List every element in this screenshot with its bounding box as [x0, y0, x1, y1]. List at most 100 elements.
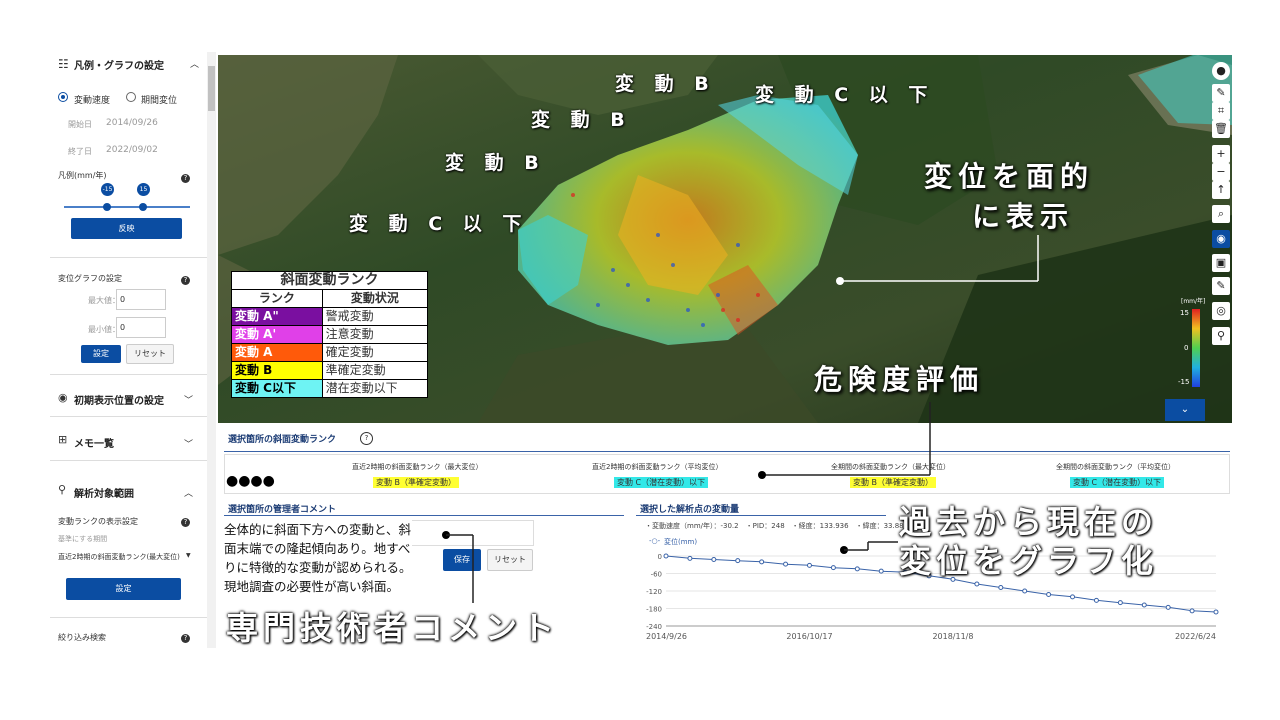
- data-point: [1213, 609, 1219, 615]
- data-point: [1165, 604, 1171, 610]
- rank-dots: ●●●●: [226, 473, 275, 489]
- help-icon[interactable]: ?: [181, 518, 190, 527]
- target-icon[interactable]: ◎: [1212, 302, 1230, 320]
- dropdown-arrow-icon[interactable]: ▼: [186, 552, 191, 559]
- risk-callout-line: [758, 402, 931, 479]
- comment-line: 現地調査の必要性が高い斜面。: [224, 579, 400, 594]
- rank-row: 変動 C以下 潜在変動以下: [231, 379, 429, 398]
- rank-panel-box: [224, 454, 1230, 494]
- panel-divider: [224, 451, 1230, 452]
- pin-icon[interactable]: ⚲: [1212, 327, 1230, 345]
- comment-reset-button[interactable]: リセット: [487, 549, 533, 571]
- chevron-down-icon[interactable]: ﹀: [184, 437, 193, 450]
- y-tick-label: -120: [646, 588, 662, 596]
- slider-min-handle[interactable]: -15: [101, 183, 114, 196]
- graph-callout-line: [840, 541, 898, 554]
- radio-period-label: 期間変位: [141, 96, 178, 106]
- zoom-in-icon[interactable]: +: [1212, 145, 1230, 163]
- rank-value-badge: 変動 C（潜在変動）以下: [614, 477, 709, 488]
- radio-velocity[interactable]: [58, 92, 68, 102]
- help-icon[interactable]: ?: [181, 174, 190, 183]
- filter-search-label: 絞り込み検索: [58, 633, 106, 642]
- y-tick-label: -180: [646, 606, 662, 614]
- data-point: [806, 562, 812, 568]
- min-value-input[interactable]: 0: [116, 317, 166, 338]
- base-period-label: 基準にする期間: [58, 535, 108, 543]
- comment-line: 面末端での隆起傾向あり。地すべ: [224, 541, 411, 556]
- map-label-variation-c-2: 変 動 C 以 下: [349, 213, 529, 235]
- set-button-2[interactable]: 設定: [66, 578, 181, 600]
- layers-icon[interactable]: ▣: [1212, 254, 1230, 272]
- eye-icon[interactable]: ◉: [1212, 230, 1230, 248]
- chevron-up-icon[interactable]: ︿: [190, 57, 199, 70]
- chevron-down-icon[interactable]: ⌄: [1165, 399, 1205, 421]
- legend-settings-header[interactable]: 凡例・グラフの設定: [74, 57, 164, 72]
- point-info: ・変動速度（mm/年）：-30.2 ・PID：248 ・経度：133.936 ・…: [645, 522, 904, 530]
- scale-max: 15: [1180, 309, 1189, 317]
- slider-max-handle[interactable]: 15: [137, 183, 150, 196]
- rank-col-header: ランク: [231, 289, 323, 308]
- sidebar-scrollbar[interactable]: [207, 52, 216, 648]
- expert-comment-caption: 専門技術者コメント: [226, 609, 560, 647]
- help-icon[interactable]: ?: [181, 276, 190, 285]
- pencil-icon[interactable]: ✎: [1212, 84, 1230, 102]
- end-date-label: 終了日: [68, 147, 92, 156]
- rank-cell: 変動 B: [231, 361, 323, 380]
- slider-max-knob[interactable]: [139, 203, 147, 211]
- data-point: [783, 561, 789, 567]
- trash-icon[interactable]: 🗑: [1212, 120, 1230, 138]
- status-col-header: 変動状況: [321, 289, 429, 308]
- status-cell: 警戒変動: [321, 307, 429, 326]
- callout-surface-line1: 変位を面的: [924, 160, 1095, 193]
- help-icon[interactable]: ?: [360, 432, 373, 445]
- status-cell: 潜在変動以下: [321, 379, 429, 398]
- rank-value-badge: 変動 C（潜在変動）以下: [1070, 477, 1165, 488]
- status-cell: 確定変動: [321, 343, 429, 362]
- comment-line: 全体的に斜面下方への変動と、斜: [224, 522, 412, 537]
- status-cell: 準確定変動: [321, 361, 429, 380]
- rank-col-header: 直近2時期の斜面変動ランク（平均変位）: [592, 463, 723, 471]
- sidebar: ☷ 凡例・グラフの設定 ︿ 変動速度 期間変位 開始日 2014/09/26 終…: [50, 52, 208, 648]
- initial-position-header[interactable]: 初期表示位置の設定: [74, 392, 164, 407]
- data-point: [1189, 608, 1195, 614]
- data-point: [759, 559, 765, 565]
- comment-callout-line: [442, 531, 474, 603]
- reset-button[interactable]: リセット: [126, 344, 174, 364]
- apply-button[interactable]: 反映: [71, 218, 182, 239]
- zoom-out-icon[interactable]: −: [1212, 163, 1230, 181]
- start-date-field[interactable]: 2014/09/26: [106, 118, 158, 128]
- memo-list-header[interactable]: メモ一覧: [74, 435, 114, 450]
- data-point: [974, 581, 980, 587]
- set-button[interactable]: 設定: [81, 345, 121, 363]
- scale-unit: [mm/年]: [1181, 298, 1206, 305]
- callout-surface-line2: に表示: [972, 200, 1075, 233]
- rank-legend-table: 斜面変動ランク ランク 変動状況 変動 A" 警戒変動 変動 A' 注意変動 変…: [231, 271, 429, 398]
- help-icon[interactable]: ?: [181, 634, 190, 643]
- edit-icon[interactable]: ✎: [1212, 277, 1230, 295]
- radio-velocity-label: 変動速度: [74, 96, 111, 106]
- slider-min-knob[interactable]: [103, 203, 111, 211]
- data-point: [1141, 602, 1147, 608]
- base-period-select[interactable]: 直近2時期の斜面変動ランク(最大変位): [58, 552, 180, 562]
- crop-icon[interactable]: ⌗: [1212, 102, 1230, 120]
- search-icon[interactable]: ⌕: [1212, 205, 1230, 223]
- rank-cell: 変動 C以下: [231, 379, 323, 398]
- scroll-thumb[interactable]: [208, 66, 215, 111]
- status-cell: 注意変動: [321, 325, 429, 344]
- chevron-down-icon[interactable]: ﹀: [184, 393, 193, 406]
- scale-zero: 0: [1184, 344, 1189, 352]
- data-point: [687, 555, 693, 561]
- max-value-input[interactable]: 0: [116, 289, 166, 310]
- user-icon[interactable]: ●: [1212, 62, 1230, 80]
- divider: [50, 416, 207, 417]
- legend-slider-track[interactable]: [64, 206, 190, 208]
- graph-panel-title: 選択した解析点の変動量: [640, 505, 740, 515]
- radio-period[interactable]: [126, 92, 136, 102]
- analysis-range-header[interactable]: 解析対象範囲: [74, 485, 134, 500]
- divider: [50, 257, 207, 258]
- chevron-up-icon[interactable]: ︿: [184, 486, 193, 499]
- end-date-field[interactable]: 2022/09/02: [106, 145, 158, 155]
- north-arrow-icon[interactable]: ↑: [1212, 181, 1230, 199]
- data-point: [1117, 600, 1123, 606]
- rank-col-header: 直近2時期の斜面変動ランク（最大変位）: [352, 463, 483, 471]
